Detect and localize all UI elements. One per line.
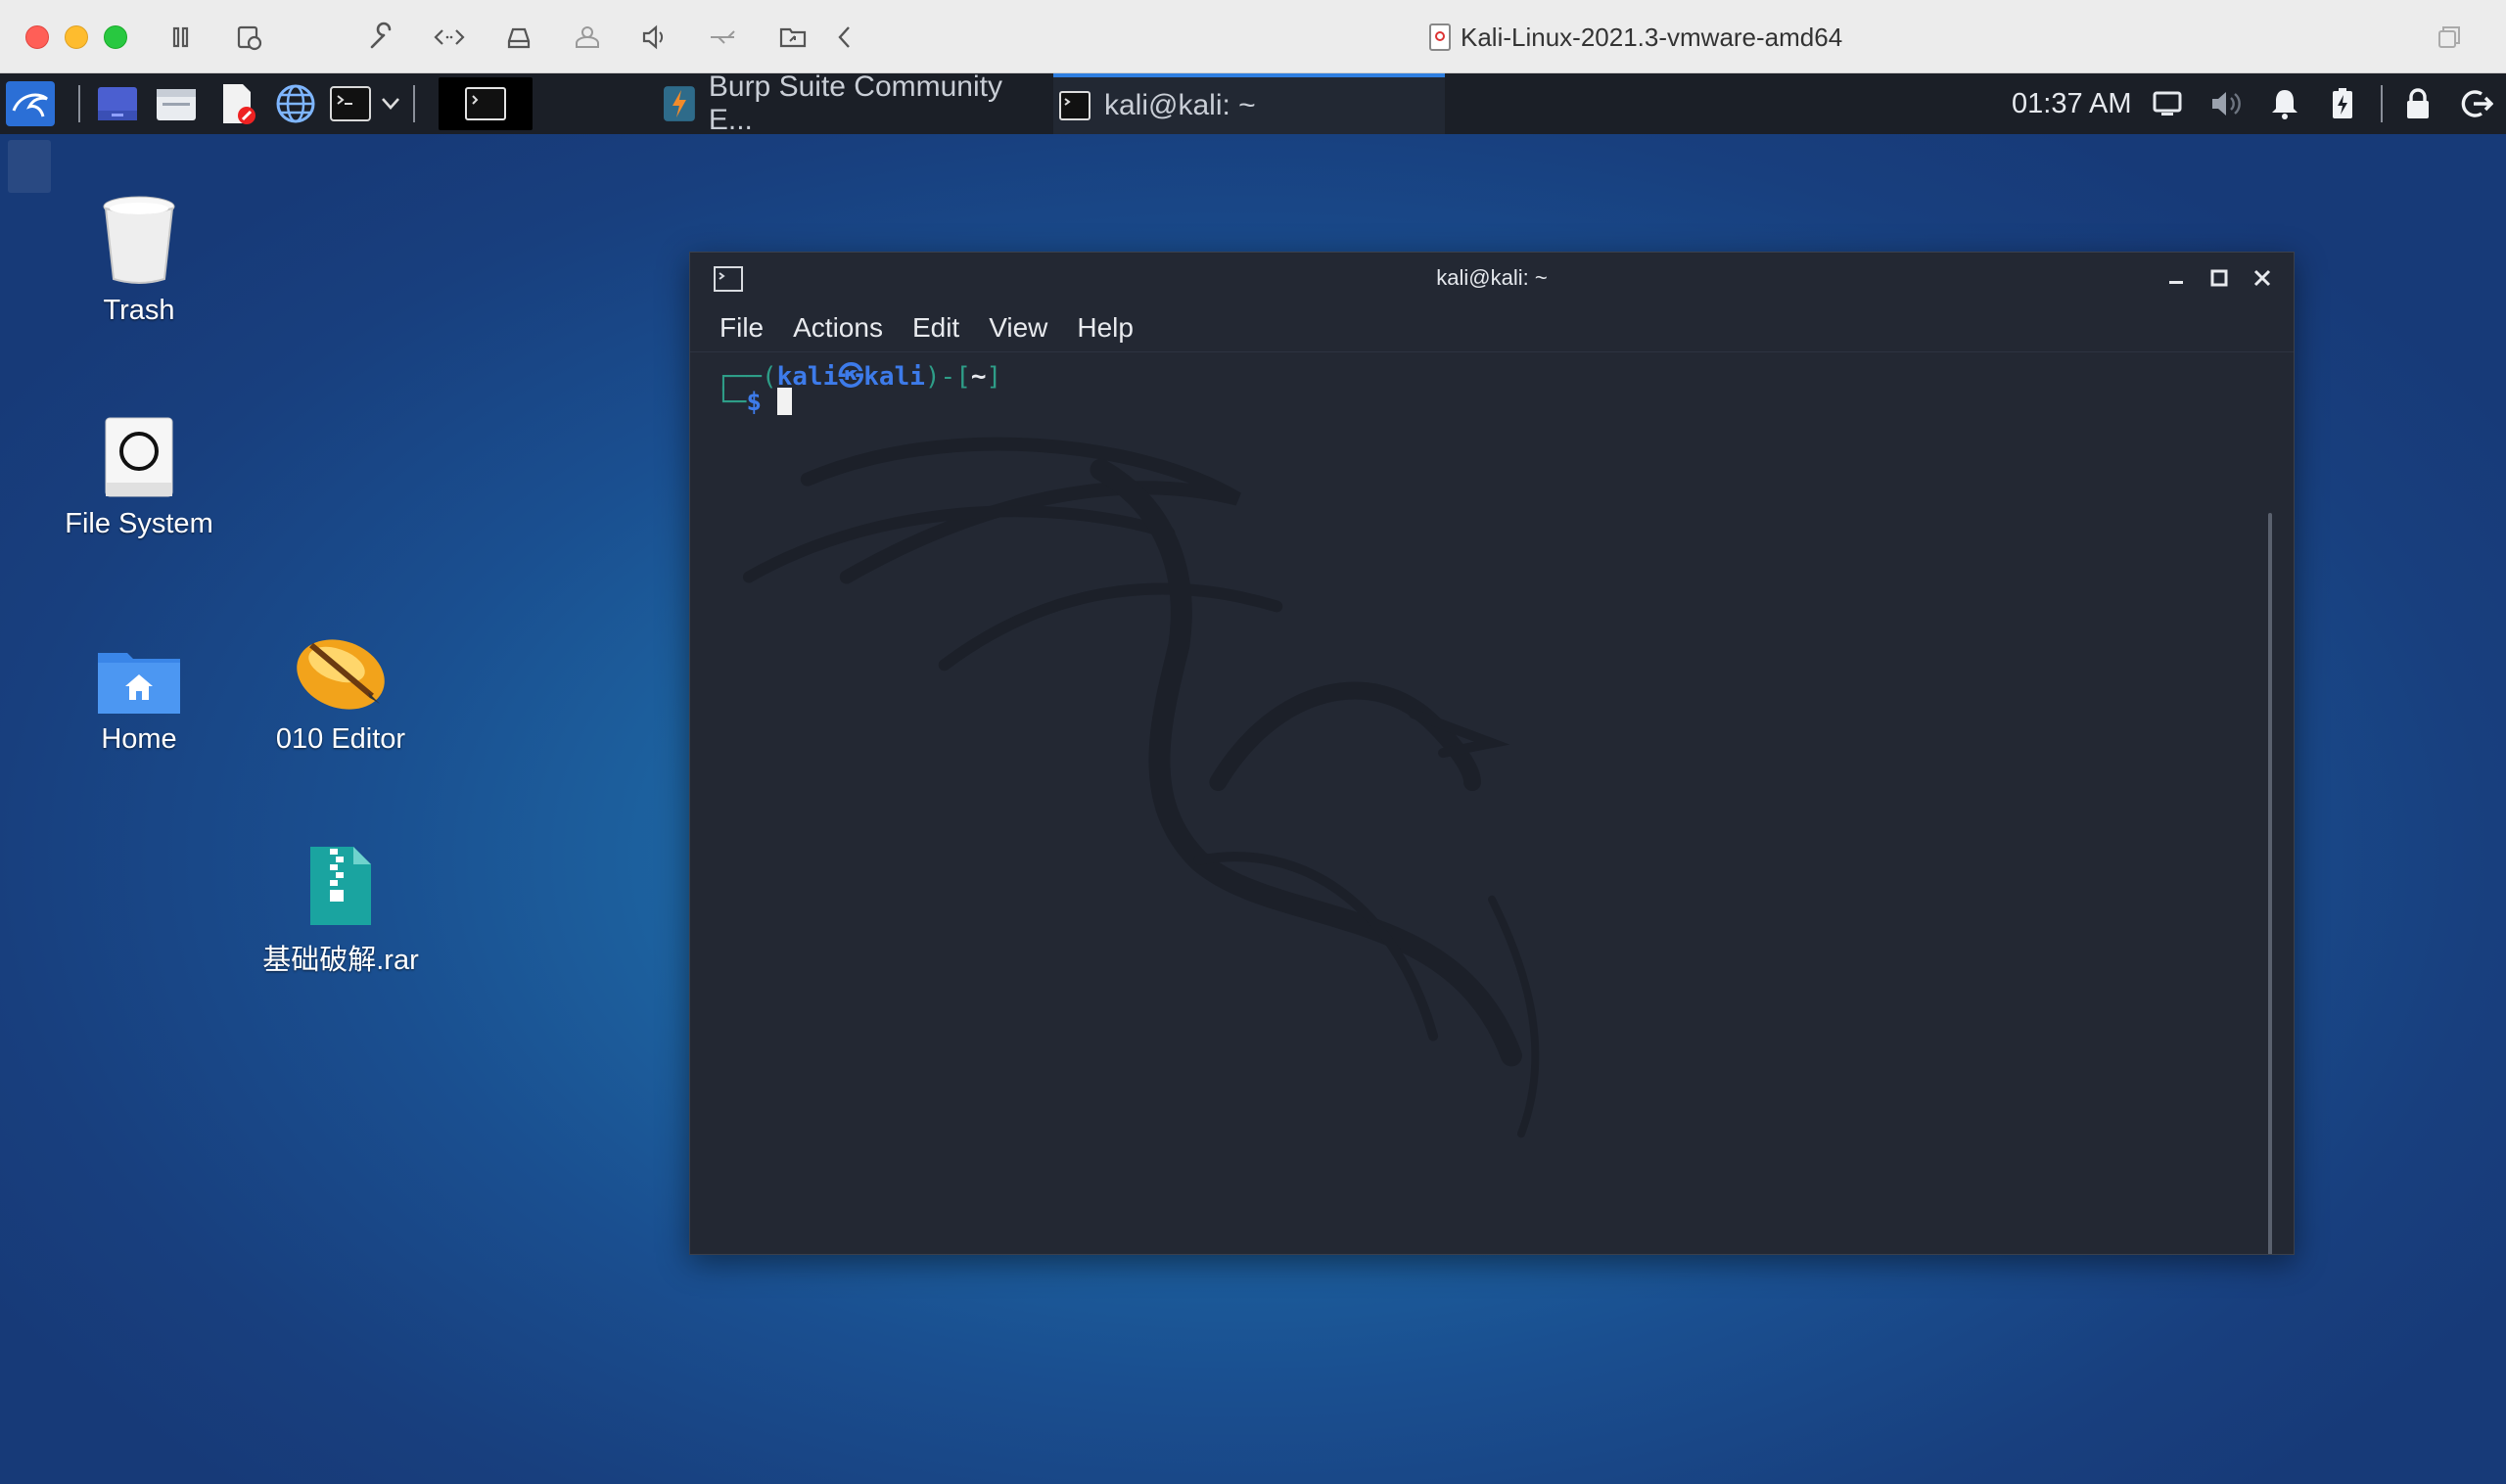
show-desktop-icon[interactable] [94, 81, 141, 126]
pause-icon[interactable] [162, 20, 200, 55]
panel-separator [78, 85, 80, 122]
terminal-icon [1059, 91, 1091, 120]
snapshot-icon[interactable] [231, 20, 268, 55]
prompt-end: ] [986, 362, 1002, 392]
home-folder-icon [41, 608, 237, 716]
terminal-launcher-icon[interactable] [327, 81, 374, 126]
vmware-titlebar: Kali-Linux-2021.3-vmware-amd64 [0, 0, 2506, 73]
volume-icon[interactable] [2206, 81, 2246, 126]
prompt-corner-bottom: └─ [716, 388, 747, 417]
kali-dragon-watermark [742, 437, 1540, 1138]
desktop-icon-file-system[interactable]: File System [41, 393, 237, 540]
speaker-icon[interactable] [636, 20, 673, 55]
text-cursor [776, 388, 792, 415]
desktop-icon-trash[interactable]: Trash [41, 179, 237, 327]
taskbar-label: Burp Suite Community E... [708, 73, 1002, 136]
close-window-button[interactable] [25, 25, 49, 49]
chevron-left-icon[interactable] [827, 20, 864, 55]
trash-icon [41, 179, 237, 287]
terminal-titlebar[interactable]: kali@kali: ~ [690, 253, 2294, 303]
vm-title-text: Kali-Linux-2021.3-vmware-amd64 [1461, 23, 1843, 52]
menu-view[interactable]: View [989, 312, 1047, 344]
prompt-line-2: └─$ [716, 388, 792, 417]
wrench-icon[interactable] [362, 20, 399, 55]
desktop-icon-home[interactable]: Home [41, 608, 237, 756]
taskbar-label: kali@kali: ~ [1104, 89, 1256, 121]
terminal-output[interactable]: ┌──(kali㉿kali)-[~] └─$ [690, 352, 2294, 1254]
power-battery-icon[interactable] [2326, 81, 2359, 126]
minimize-icon[interactable] [2162, 264, 2190, 292]
chevron-down-icon[interactable] [376, 81, 405, 126]
prompt-at: ㉿ [838, 362, 864, 392]
shared-folder-icon[interactable] [775, 20, 812, 55]
prompt-path: ~ [970, 362, 987, 392]
text-editor-icon[interactable] [213, 81, 260, 126]
terminal-menubar: File Actions Edit View Help [690, 303, 2294, 352]
menu-file[interactable]: File [719, 312, 764, 344]
prompt-dollar: $ [746, 388, 762, 417]
desktop-icon-label: Trash [103, 295, 175, 326]
code-arrows-icon[interactable] [431, 20, 468, 55]
desktop-icon-label: 基础破解.rar [262, 945, 419, 976]
notifications-icon[interactable] [2267, 81, 2302, 126]
burp-icon [664, 86, 695, 121]
window-restore-icon[interactable] [2430, 20, 2467, 55]
panel-separator [413, 85, 415, 122]
close-icon[interactable] [2249, 264, 2276, 292]
prompt-mid: )-[ [924, 362, 971, 392]
logout-icon[interactable] [2457, 81, 2496, 126]
kali-menu-icon[interactable] [4, 81, 57, 126]
terminal-window[interactable]: kali@kali: ~ File Actions Edit View Help [689, 252, 2295, 1255]
web-browser-icon[interactable] [272, 81, 319, 126]
desktop-icon-label: File System [65, 508, 213, 539]
archive-icon [243, 821, 439, 929]
vm-window-title: Kali-Linux-2021.3-vmware-amd64 [1429, 20, 1842, 55]
prompt-host: kali [863, 362, 925, 392]
drive-icon[interactable] [500, 20, 537, 55]
taskbar-item-terminal[interactable]: kali@kali: ~ [1053, 73, 1445, 134]
desktop-icon-archive[interactable]: 基础破解.rar [243, 821, 439, 978]
desktop-icon-010-editor[interactable]: 010 Editor [243, 608, 439, 756]
desktop-icon-label: 010 Editor [275, 723, 406, 755]
display-icon[interactable] [2150, 81, 2185, 126]
vm-file-icon [1429, 23, 1451, 51]
desktop-icon-label: Home [101, 723, 177, 755]
user-icon[interactable] [569, 20, 606, 55]
menu-actions[interactable]: Actions [793, 312, 883, 344]
file-manager-icon[interactable] [153, 81, 200, 126]
terminal-title: kali@kali: ~ [1436, 265, 1548, 290]
taskbar-item-burp[interactable]: Burp Suite Community E... [664, 73, 1053, 136]
maximize-icon[interactable] [2205, 264, 2233, 292]
workspace-switcher[interactable] [439, 77, 533, 130]
usb-icon[interactable] [705, 20, 742, 55]
menu-help[interactable]: Help [1077, 312, 1134, 344]
panel-clock[interactable]: 01:37 AM [2012, 73, 2132, 134]
panel-separator [2381, 85, 2383, 122]
fullscreen-window-button[interactable] [104, 25, 127, 49]
top-panel: Burp Suite Community E... kali@kali: ~ 0… [0, 73, 2506, 136]
editor-icon [243, 608, 439, 716]
lock-icon[interactable] [2400, 81, 2436, 126]
minimize-window-button[interactable] [65, 25, 88, 49]
drive-icon [41, 393, 237, 500]
terminal-scrollbar[interactable] [2268, 513, 2272, 1254]
menu-edit[interactable]: Edit [912, 312, 959, 344]
kali-desktop: Burp Suite Community E... kali@kali: ~ 0… [0, 73, 2506, 1484]
